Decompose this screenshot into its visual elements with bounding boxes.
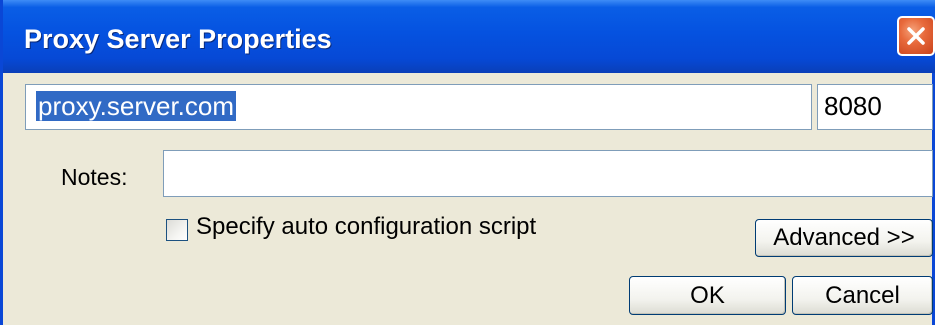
ok-button[interactable]: OK [629, 276, 786, 315]
proxy-address-input[interactable]: proxy.server.com [25, 84, 812, 130]
proxy-port-value: 8080 [824, 91, 882, 121]
advanced-button[interactable]: Advanced >> [755, 219, 933, 257]
cancel-button[interactable]: Cancel [792, 276, 933, 315]
proxy-server-properties-dialog: Proxy Server Properties proxy.server.com… [0, 0, 935, 325]
auto-config-label[interactable]: Specify auto configuration script [196, 213, 536, 241]
notes-input[interactable] [163, 150, 933, 197]
close-icon [905, 25, 927, 47]
notes-label: Notes: [61, 164, 128, 190]
auto-config-checkbox[interactable] [166, 219, 188, 241]
proxy-port-input[interactable]: 8080 [817, 84, 933, 130]
title-bar[interactable]: Proxy Server Properties [3, 0, 935, 73]
proxy-address-value: proxy.server.com [36, 91, 237, 121]
window-title: Proxy Server Properties [24, 24, 332, 54]
close-button[interactable] [897, 16, 935, 56]
